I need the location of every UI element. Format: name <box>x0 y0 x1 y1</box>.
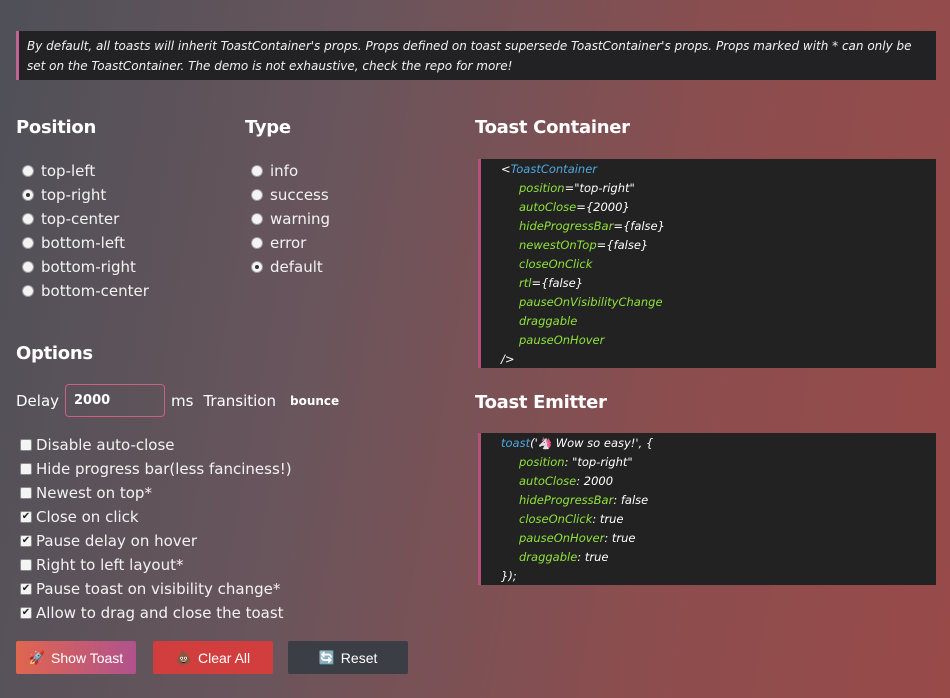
radio-button[interactable] <box>22 213 34 225</box>
radio-button[interactable] <box>251 213 263 225</box>
checkbox-checked[interactable]: ✔ <box>20 583 32 595</box>
options-checkbox-list: Disable auto-close Hide progress bar(les… <box>20 433 292 625</box>
options-heading: Options <box>16 343 93 364</box>
radio-bottom-center[interactable]: bottom-center <box>15 279 149 303</box>
refresh-icon: 🔄 <box>318 649 335 665</box>
checkbox-close-on-click[interactable]: ✔ Close on click <box>20 505 292 529</box>
checkbox-rtl[interactable]: Right to left layout* <box>20 553 292 577</box>
checkbox[interactable] <box>20 559 32 571</box>
radio-button[interactable] <box>22 261 34 273</box>
show-toast-button[interactable]: 🚀 Show Toast <box>16 641 136 674</box>
type-radio-group: info success warning error default <box>244 159 330 279</box>
radio-button[interactable] <box>251 237 263 249</box>
delay-unit: ms <box>171 391 194 410</box>
radio-button[interactable] <box>251 189 263 201</box>
checkbox-pause-on-hover[interactable]: ✔ Pause delay on hover <box>20 529 292 553</box>
radio-bottom-left[interactable]: bottom-left <box>15 231 149 255</box>
code-line: }); <box>501 569 517 583</box>
reset-button[interactable]: 🔄 Reset <box>288 641 408 674</box>
rocket-icon: 🚀 <box>28 649 46 665</box>
radio-button[interactable] <box>251 261 263 273</box>
toast-emitter-code-block: toast('🦄 Wow so easy!', { position: "top… <box>478 433 936 585</box>
checkbox-checked[interactable]: ✔ <box>20 535 32 547</box>
radio-button[interactable] <box>22 165 34 177</box>
radio-button[interactable] <box>22 237 34 249</box>
checkbox-hide-progress-bar[interactable]: Hide progress bar(less fanciness!) <box>20 457 292 481</box>
position-radio-group: top-left top-right top-center bottom-lef… <box>15 159 149 303</box>
radio-button[interactable] <box>22 285 34 297</box>
radio-error[interactable]: error <box>244 231 330 255</box>
delay-input[interactable]: 2000 <box>65 384 166 417</box>
radio-top-center[interactable]: top-center <box>15 207 149 231</box>
code-line: closeOnClick <box>519 257 593 271</box>
checkbox[interactable] <box>20 487 32 499</box>
code-line: pauseOnHover <box>519 333 605 347</box>
code-line: hideProgressBar={false} <box>519 219 665 233</box>
delay-label: Delay <box>16 391 60 410</box>
toast-emitter-heading: Toast Emitter <box>475 392 607 413</box>
radio-default[interactable]: default <box>244 255 330 279</box>
radio-button[interactable] <box>251 165 263 177</box>
type-heading: Type <box>245 117 291 138</box>
code-line: position="top-right" <box>519 181 635 195</box>
code-line: draggable <box>519 314 578 328</box>
info-notice: By default, all toasts will inherit Toas… <box>16 31 936 80</box>
checkbox-pause-on-visibility[interactable]: ✔ Pause toast on visibility change* <box>20 577 292 601</box>
code-line: draggable: true <box>519 550 609 564</box>
code-line: autoClose={2000} <box>519 200 630 214</box>
checkbox-draggable[interactable]: ✔ Allow to drag and close the toast <box>20 601 292 625</box>
toast-container-heading: Toast Container <box>475 117 630 138</box>
radio-top-left[interactable]: top-left <box>15 159 149 183</box>
code-line: closeOnClick: true <box>519 512 624 526</box>
code-line: rtl={false} <box>519 276 584 290</box>
toast-container-code-block: <ToastContainer position="top-right" aut… <box>478 159 936 368</box>
code-line: <ToastContainer <box>501 162 598 176</box>
transition-label: Transition <box>203 391 276 410</box>
poop-icon: 💩 <box>175 649 193 665</box>
code-line: pauseOnVisibilityChange <box>519 295 663 309</box>
checkbox[interactable] <box>20 463 32 475</box>
code-line: toast('🦄 Wow so easy!', { <box>501 436 654 450</box>
code-line: autoClose: 2000 <box>519 474 614 488</box>
radio-top-right[interactable]: top-right <box>15 183 149 207</box>
position-heading: Position <box>16 117 96 138</box>
clear-all-button[interactable]: 💩 Clear All <box>153 641 273 674</box>
checkbox-disable-auto-close[interactable]: Disable auto-close <box>20 433 292 457</box>
transition-select[interactable]: bounce <box>290 394 339 408</box>
radio-success[interactable]: success <box>244 183 330 207</box>
code-line: /> <box>501 352 515 366</box>
checkbox-checked[interactable]: ✔ <box>20 511 32 523</box>
checkbox-newest-on-top[interactable]: Newest on top* <box>20 481 292 505</box>
radio-button[interactable] <box>22 189 34 201</box>
checkbox-checked[interactable]: ✔ <box>20 607 32 619</box>
delay-transition-row: Delay 2000 ms Transition bounce <box>16 384 339 417</box>
code-line: pauseOnHover: true <box>519 531 636 545</box>
radio-info[interactable]: info <box>244 159 330 183</box>
checkbox[interactable] <box>20 439 32 451</box>
code-line: hideProgressBar: false <box>519 493 649 507</box>
code-line: position: "top-right" <box>519 455 633 469</box>
code-line: newestOnTop={false} <box>519 238 649 252</box>
radio-warning[interactable]: warning <box>244 207 330 231</box>
radio-bottom-right[interactable]: bottom-right <box>15 255 149 279</box>
